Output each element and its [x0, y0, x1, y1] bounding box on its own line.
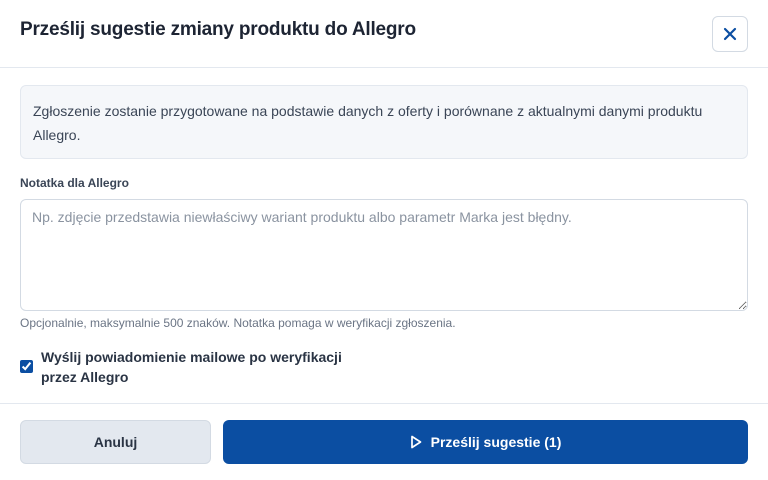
suggestion-dialog: Prześlij sugestie zmiany produktu do All…: [0, 0, 768, 480]
email-notification-checkbox[interactable]: [20, 360, 33, 373]
play-icon: [410, 435, 422, 449]
note-label: Notatka dla Allegro: [20, 176, 129, 190]
note-textarea[interactable]: [20, 199, 748, 311]
submit-button[interactable]: Prześlij sugestie (1): [223, 420, 748, 464]
close-button[interactable]: [712, 16, 748, 52]
info-box: Zgłoszenie zostanie przygotowane na pods…: [20, 85, 748, 159]
dialog-header: Prześlij sugestie zmiany produktu do All…: [0, 0, 768, 68]
submit-label: Prześlij sugestie (1): [430, 434, 562, 450]
email-notification-label[interactable]: Wyślij powiadomienie mailowe po weryfika…: [41, 347, 380, 387]
email-notification-row: Wyślij powiadomienie mailowe po weryfika…: [20, 347, 380, 387]
close-icon: [723, 27, 737, 41]
dialog-title: Prześlij sugestie zmiany produktu do All…: [20, 19, 416, 40]
cancel-button[interactable]: Anuluj: [20, 420, 211, 464]
note-hint: Opcjonalnie, maksymalnie 500 znaków. Not…: [20, 316, 456, 330]
